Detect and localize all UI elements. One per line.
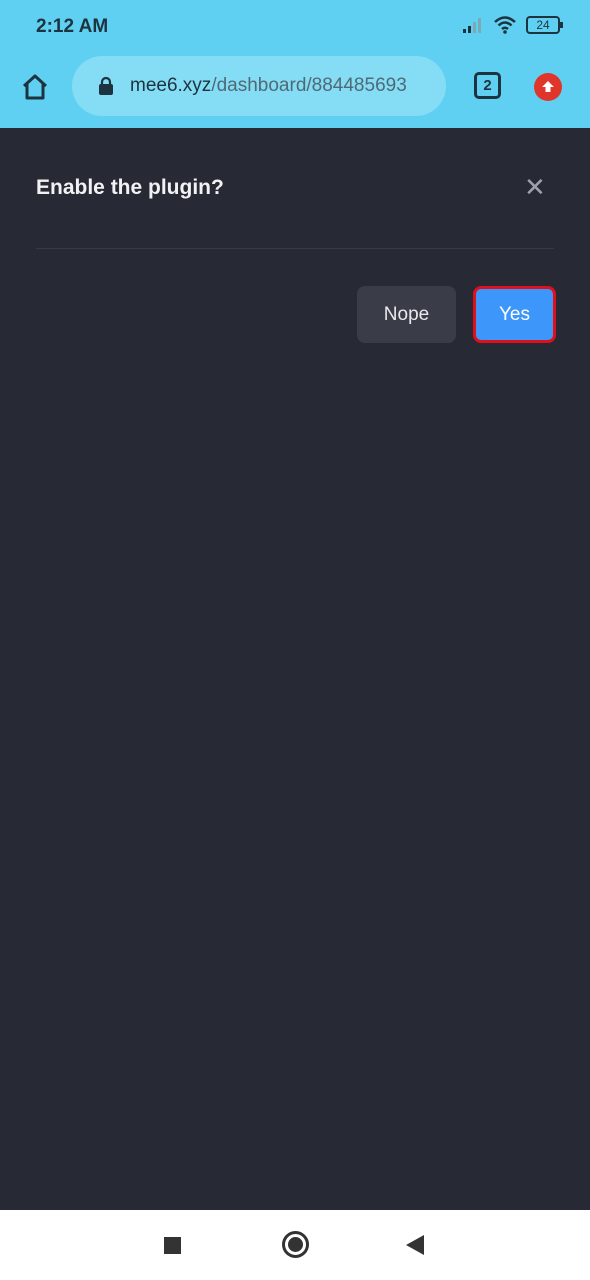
address-bar[interactable]: mee6.xyz/dashboard/884485693 <box>72 56 446 116</box>
close-icon[interactable]: ✕ <box>524 174 546 200</box>
system-nav-bar <box>0 1210 590 1280</box>
lock-icon <box>99 76 113 95</box>
update-icon[interactable] <box>534 73 562 101</box>
status-time: 2:12 AM <box>36 16 109 37</box>
dialog-title: Enable the plugin? <box>36 176 224 199</box>
tabs-icon[interactable]: 2 <box>474 72 501 99</box>
divider <box>36 248 554 249</box>
back-icon[interactable] <box>406 1235 424 1255</box>
home-circle-icon[interactable] <box>282 1231 309 1258</box>
wifi-icon <box>494 16 516 34</box>
browser-toolbar: mee6.xyz/dashboard/884485693 2 <box>0 52 590 128</box>
url-domain: mee6.xyz <box>130 75 212 96</box>
url-text: mee6.xyz/dashboard/884485693 <box>130 75 407 97</box>
home-icon[interactable] <box>20 72 50 102</box>
yes-button[interactable]: Yes <box>473 286 556 343</box>
url-path: /dashboard/884485693 <box>211 75 407 96</box>
recent-apps-icon[interactable] <box>164 1237 181 1254</box>
battery-icon: 24 <box>526 16 563 34</box>
signal-icon <box>463 18 481 33</box>
status-bar: 2:12 AM 24 <box>0 0 590 52</box>
nope-button[interactable]: Nope <box>357 286 456 343</box>
